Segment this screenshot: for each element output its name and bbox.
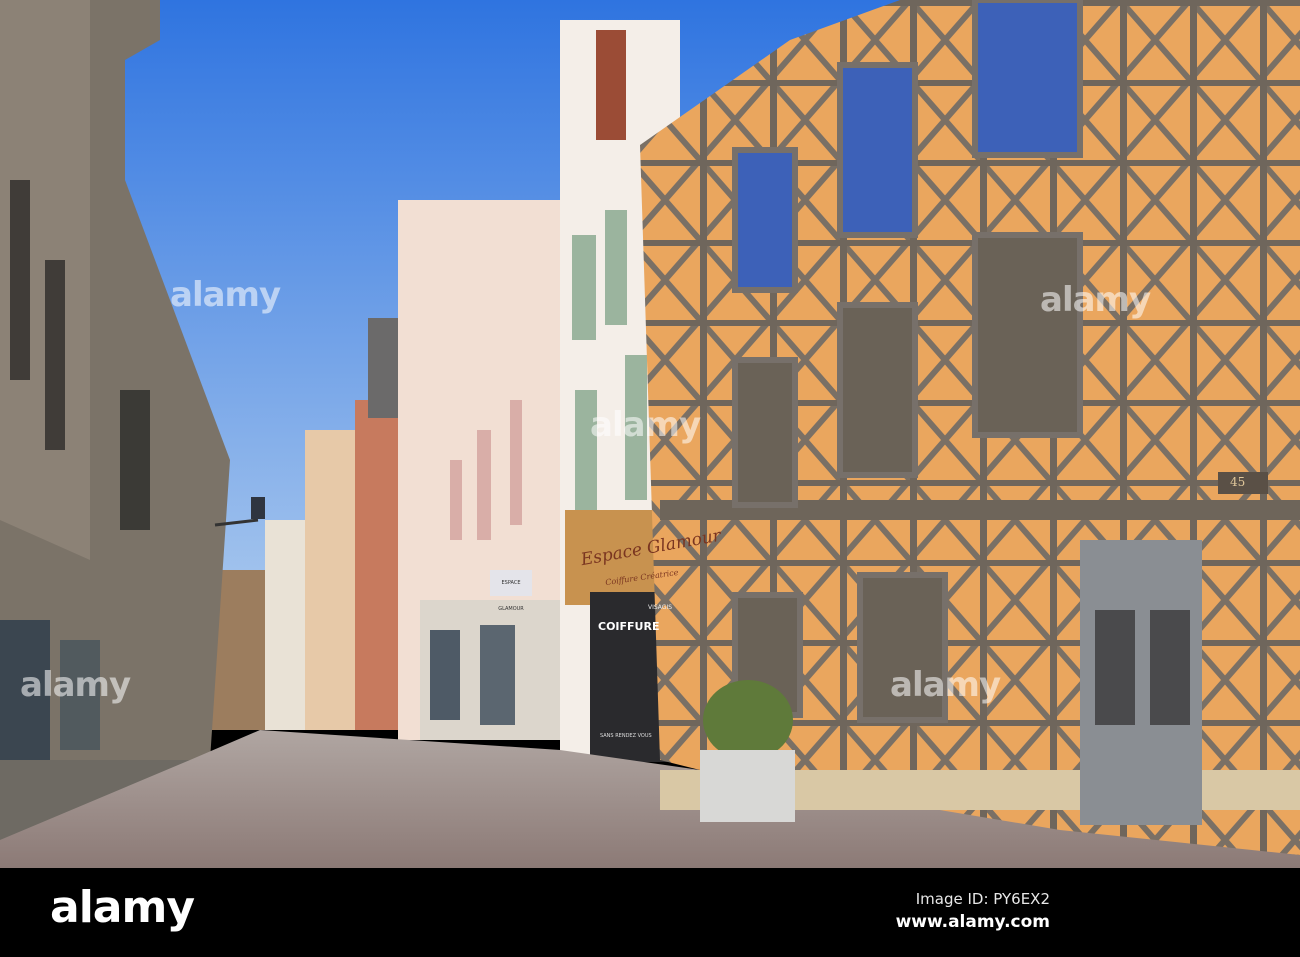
watermark-logo: alamy — [890, 665, 1001, 705]
watermark-logo: alamy — [20, 665, 131, 705]
stock-photo: Espace Glamour Coiffure Créatrice ESPACE… — [0, 0, 1300, 957]
planter — [700, 680, 795, 822]
watermark-footer — [0, 868, 1300, 957]
image-id: Image ID: PY6EX2 — [915, 890, 1050, 908]
house-number: 45 — [1230, 475, 1246, 489]
hanging-sign: ESPACE GLAMOUR — [490, 570, 532, 612]
alamy-logo: alamy — [50, 882, 195, 933]
watermark-logo: alamy — [170, 275, 281, 315]
watermark-logo: alamy — [1040, 280, 1151, 320]
alamy-url: www.alamy.com — [895, 912, 1050, 932]
door-text: SANS RENDEZ VOUS — [600, 733, 652, 739]
window-coiffure-text: COIFFURE — [598, 620, 660, 633]
watermark-logo: alamy — [590, 405, 701, 445]
window-visagiste-text: VISAGIS — [648, 604, 673, 611]
